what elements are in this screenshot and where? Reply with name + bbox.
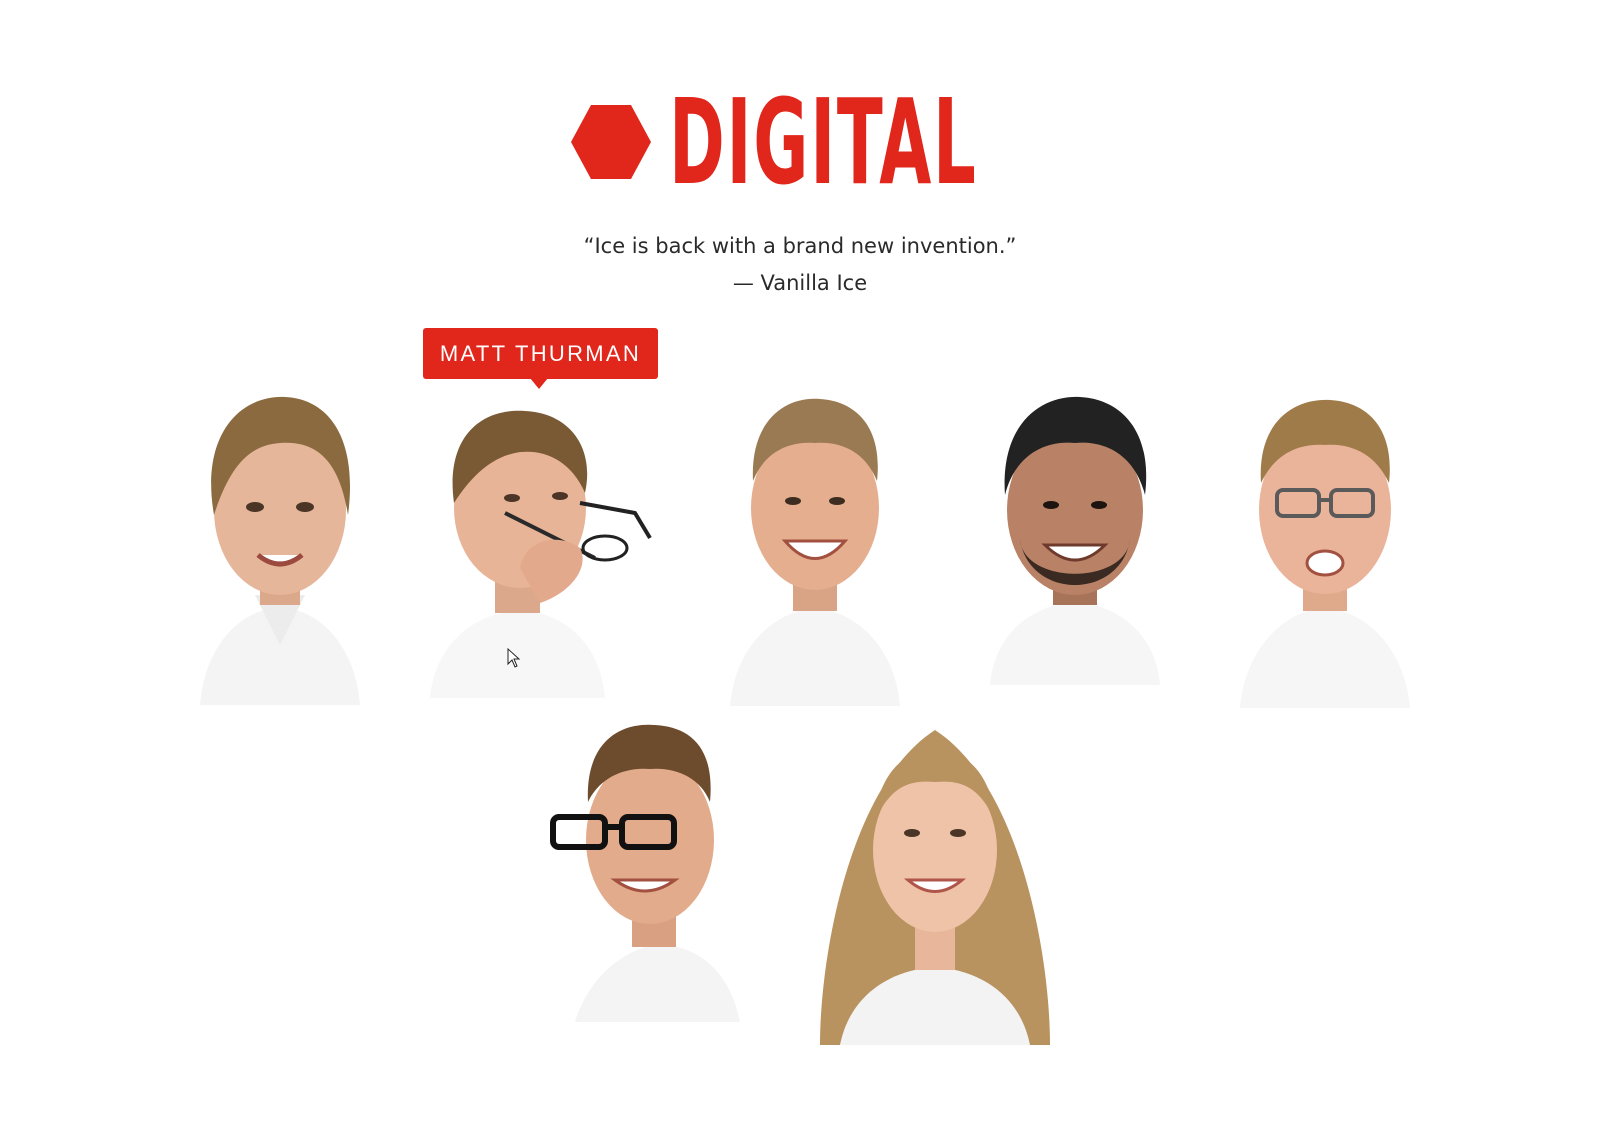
member-name-tooltip: MATT THURMAN bbox=[423, 328, 658, 379]
team-member-portrait[interactable] bbox=[975, 395, 1175, 685]
tooltip-arrow bbox=[530, 378, 548, 389]
tooltip-label: MATT THURMAN bbox=[439, 341, 642, 366]
hexagon-icon bbox=[571, 105, 651, 179]
team-member-portrait-hovered[interactable] bbox=[420, 408, 670, 698]
team-member-portrait[interactable] bbox=[180, 395, 380, 705]
team-member-portrait[interactable] bbox=[810, 725, 1060, 1045]
quote-author: — Vanilla Ice bbox=[732, 271, 868, 295]
team-member-portrait[interactable] bbox=[1225, 398, 1425, 708]
team-member-portrait[interactable] bbox=[715, 396, 915, 706]
mouse-cursor-icon bbox=[507, 648, 521, 668]
brand-logo[interactable]: DIGITAL bbox=[571, 73, 1210, 211]
quote-text: “Ice is back with a brand new invention.… bbox=[583, 234, 1017, 258]
team-member-portrait[interactable] bbox=[550, 722, 760, 1022]
brand-wordmark: DIGITAL bbox=[669, 73, 978, 211]
